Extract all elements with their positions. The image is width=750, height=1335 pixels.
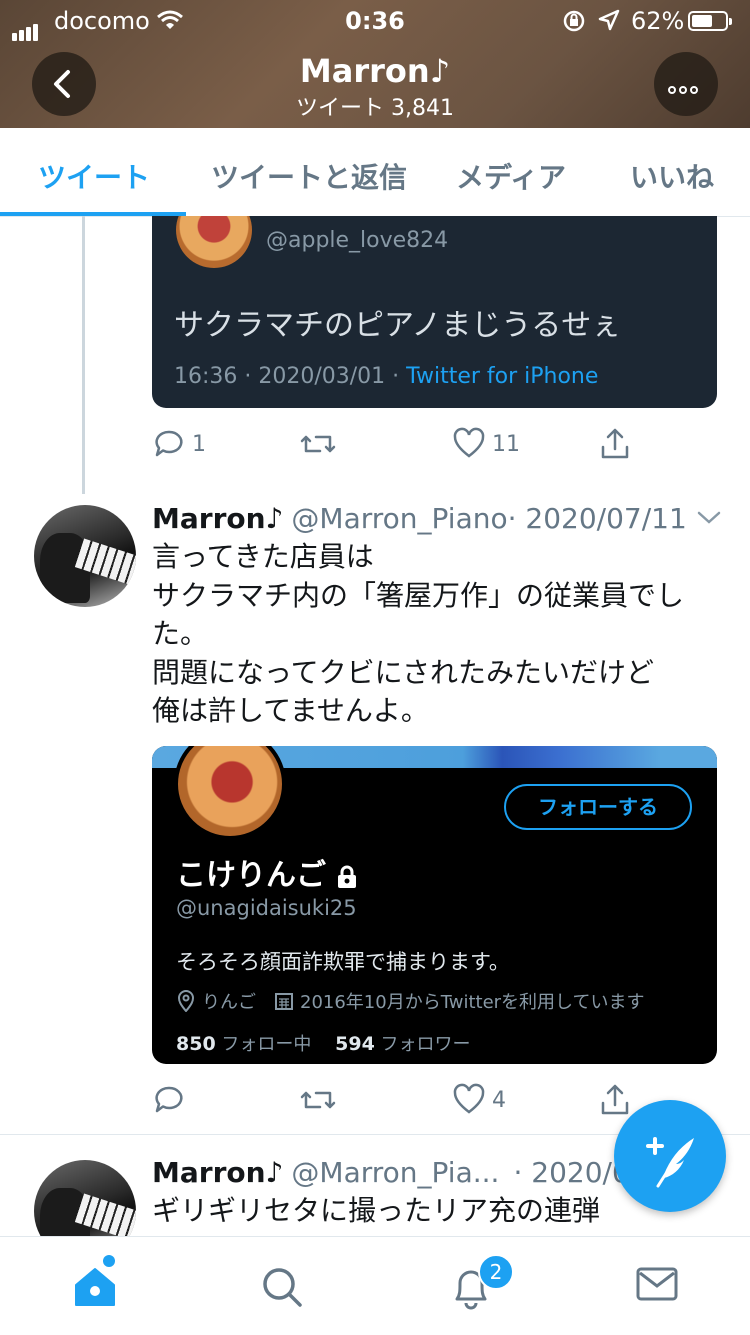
lock-icon [338, 865, 356, 888]
tweet-count: ツイート 3,841 [296, 96, 454, 121]
card-joined: 2016年10月からTwitterを利用しています [300, 992, 645, 1013]
tweet-author-name[interactable]: Marron♪ [152, 1156, 283, 1189]
status-bar: docomo 0:36 62% [0, 0, 750, 44]
retweet-icon [300, 1091, 336, 1109]
card-bio: そろそろ顔面詐欺罪で捕まります。 [176, 950, 510, 974]
profile-header: docomo 0:36 62% Marron♪ ツイート 3,841 [0, 0, 750, 128]
tweet-author-handle: @Marron_Piano [291, 502, 508, 535]
like-button[interactable]: 11 [452, 424, 520, 464]
tweet-line: 言ってきた店員は [152, 540, 374, 573]
follow-button: フォローする [504, 784, 692, 830]
messages-mail-icon[interactable] [636, 1265, 678, 1303]
notification-badge: 2 [478, 1254, 514, 1290]
home-icon[interactable] [72, 1265, 118, 1309]
retweet-button[interactable] [300, 1080, 336, 1120]
tweet-date: · 2020/0 [513, 1156, 630, 1189]
reply-icon [155, 1086, 183, 1113]
quoted-app: Twitter for iPhone [406, 364, 599, 389]
card-stats: 850 フォロー中 594 フォロワー [176, 1030, 471, 1056]
profile-tabs: ツイート ツイートと返信 メディア いいね [0, 128, 750, 217]
tweet-actions: 1 11 [152, 424, 652, 464]
tweet-header: Marron♪ @Marron_Pia... · 2020/0 [152, 1156, 630, 1189]
following-count: 850 [176, 1033, 216, 1055]
chevron-down-icon[interactable] [696, 508, 722, 528]
quoted-timestamp: 16:36 · 2020/03/01 · [174, 364, 407, 389]
reply-count: 1 [192, 431, 206, 457]
bottom-tab-bar [0, 1236, 750, 1335]
more-options-button[interactable] [654, 52, 718, 116]
card-avatar [174, 746, 286, 840]
calendar-icon [275, 993, 293, 1010]
quoted-text: サクラマチのピアノまじうるせぇ [174, 308, 622, 343]
followers-label: フォロワー [380, 1034, 471, 1055]
quoted-handle: @apple_love824 [266, 228, 449, 253]
like-count: 4 [492, 1087, 506, 1113]
retweet-icon [300, 435, 336, 453]
battery-percent: 62% [631, 7, 685, 35]
search-icon[interactable] [260, 1265, 304, 1309]
retweet-button[interactable] [300, 424, 336, 464]
battery-icon [688, 11, 732, 31]
tab-tweets-and-replies[interactable]: ツイートと返信 [211, 156, 407, 196]
share-icon [601, 428, 629, 459]
tweet-actions: 4 [152, 1080, 652, 1120]
tweet-text: 言ってきた店員は サクラマチ内の「箸屋万作」の従業員でし た。 問題になってクビ… [152, 538, 712, 731]
tweet-line: 問題になってクビにされたみたいだけど [152, 655, 655, 689]
heart-icon [453, 427, 485, 458]
card-name: こけりんご [176, 850, 358, 894]
tab-likes[interactable]: いいね [630, 156, 714, 196]
followers-count: 594 [335, 1033, 375, 1055]
tweet-header: Marron♪ @Marron_Piano· 2020/07/11 [152, 502, 687, 535]
thread-line [82, 216, 85, 494]
card-meta: りんご 2016年10月からTwitterを利用しています [176, 988, 645, 1014]
tweet-author-name[interactable]: Marron♪ [152, 502, 283, 535]
heart-icon [453, 1083, 485, 1114]
following-label: フォロー中 [221, 1034, 312, 1055]
like-count: 11 [492, 431, 520, 457]
more-icon [668, 79, 701, 98]
tab-media[interactable]: メディア [456, 156, 566, 196]
compose-tweet-button[interactable] [614, 1100, 726, 1212]
tweet-line: た。 [152, 617, 209, 650]
like-button[interactable]: 4 [452, 1080, 506, 1120]
tab-tweets[interactable]: ツイート [38, 156, 150, 196]
tweet-image[interactable]: フォローする こけりんご @unagidaisuki25 そろそろ顔面詐欺罪で捕… [152, 746, 717, 1064]
location-pin-icon [177, 990, 195, 1012]
location-icon [598, 9, 620, 31]
tweet-line: 俺は許してませんよ。 [152, 694, 429, 727]
profile-name: Marron♪ [299, 52, 451, 90]
compose-feather-icon [646, 1137, 694, 1188]
tweet-author-handle: @Marron_Pia... [291, 1156, 500, 1189]
tweet-date: · 2020/07/11 [507, 502, 687, 535]
card-location: りんご [202, 992, 256, 1013]
card-name-text: こけりんご [176, 858, 326, 893]
quoted-meta: 16:36 · 2020/03/01 · Twitter for iPhone [174, 364, 598, 389]
rotation-lock-icon [563, 10, 585, 32]
avatar[interactable] [34, 505, 136, 607]
reply-icon [155, 430, 183, 457]
quoted-avatar [176, 216, 252, 268]
quoted-tweet-image[interactable]: @apple_love824 サクラマチのピアノまじうるせぇ 16:36 · 2… [152, 216, 717, 408]
share-button[interactable] [598, 424, 632, 464]
home-unread-dot [103, 1255, 115, 1267]
tweet-line: サクラマチ内の「箸屋万作」の従業員でし [152, 578, 685, 612]
reply-button[interactable]: 1 [152, 424, 206, 464]
reply-button[interactable] [152, 1080, 186, 1120]
card-handle: @unagidaisuki25 [176, 896, 357, 920]
